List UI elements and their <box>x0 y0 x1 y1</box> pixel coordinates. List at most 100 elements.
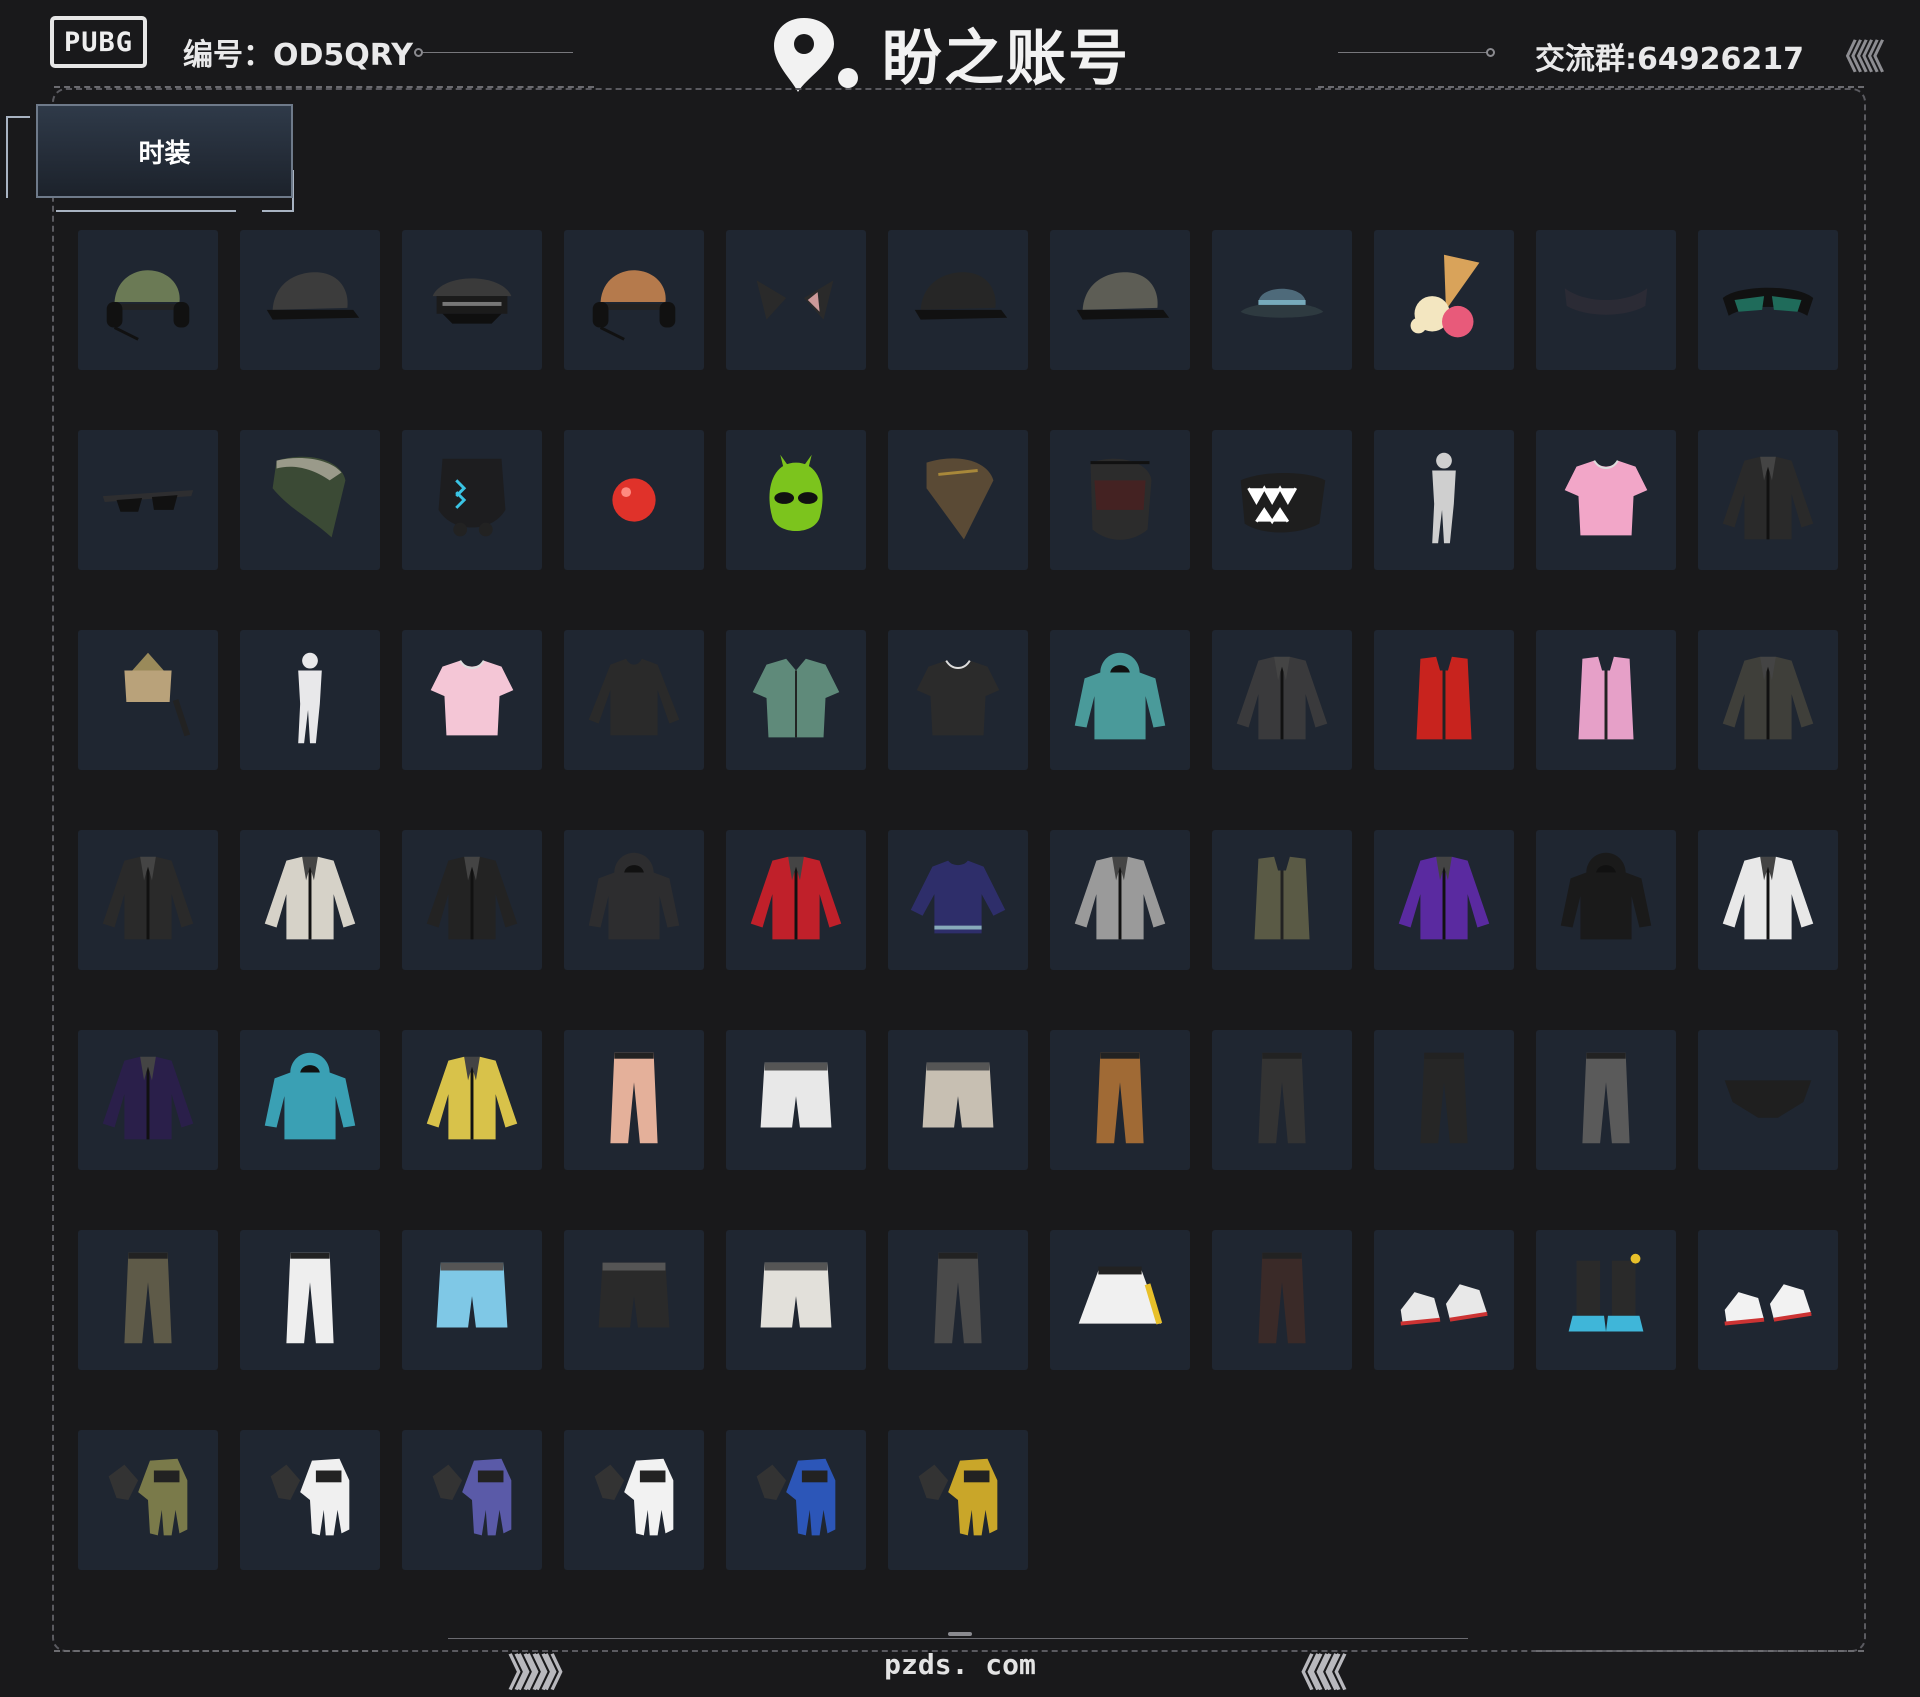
item-slot[interactable] <box>726 1430 866 1570</box>
item-slot[interactable] <box>888 1230 1028 1370</box>
item-slot[interactable] <box>402 830 542 970</box>
officer-cap-icon <box>432 278 512 324</box>
item-slot[interactable] <box>1050 230 1190 370</box>
item-slot[interactable] <box>1050 1230 1190 1370</box>
tab-fashion[interactable]: 时装 <box>36 104 293 198</box>
item-slot[interactable] <box>888 630 1028 770</box>
item-slot[interactable] <box>1536 430 1676 570</box>
item-slot[interactable] <box>1212 1230 1352 1370</box>
item-slot[interactable] <box>1536 230 1676 370</box>
item-slot[interactable] <box>1050 630 1190 770</box>
item-slot[interactable] <box>564 1030 704 1170</box>
item-slot[interactable] <box>240 830 380 970</box>
item-slot[interactable] <box>78 1230 218 1370</box>
pants-icon <box>1258 1052 1306 1144</box>
item-slot[interactable] <box>564 630 704 770</box>
item-slot[interactable] <box>240 430 380 570</box>
item-slot[interactable] <box>564 230 704 370</box>
item-slot[interactable] <box>888 430 1028 570</box>
item-slot[interactable] <box>1536 830 1676 970</box>
t-shirt-icon <box>916 660 1000 736</box>
item-slot[interactable] <box>1374 830 1514 970</box>
item-slot[interactable] <box>1536 1230 1676 1370</box>
item-slot[interactable] <box>1374 1030 1514 1170</box>
item-slot[interactable] <box>726 1030 866 1170</box>
item-slot[interactable] <box>726 630 866 770</box>
item-slot[interactable] <box>1698 630 1838 770</box>
item-slot[interactable] <box>240 630 380 770</box>
item-slot[interactable] <box>1698 830 1838 970</box>
bodysuit-icon <box>1432 452 1456 544</box>
pants-icon <box>1420 1052 1468 1144</box>
briefs-icon <box>1724 1080 1812 1118</box>
item-slot[interactable] <box>564 1230 704 1370</box>
item-slot[interactable] <box>78 630 218 770</box>
shorts-icon <box>922 1062 994 1128</box>
item-slot[interactable] <box>888 830 1028 970</box>
item-slot[interactable] <box>564 830 704 970</box>
item-slot[interactable] <box>240 230 380 370</box>
item-slot[interactable] <box>1212 430 1352 570</box>
item-slot[interactable] <box>888 1430 1028 1570</box>
item-slot[interactable] <box>1374 1230 1514 1370</box>
item-slot[interactable] <box>1374 230 1514 370</box>
item-slot[interactable] <box>564 430 704 570</box>
item-slot[interactable] <box>78 230 218 370</box>
item-slot[interactable] <box>1212 1030 1352 1170</box>
item-slot[interactable] <box>1536 630 1676 770</box>
item-slot[interactable] <box>402 230 542 370</box>
visor-icon <box>1564 288 1648 315</box>
jacket-icon <box>264 856 356 940</box>
gloves-icon <box>918 1458 998 1536</box>
item-slot[interactable] <box>402 630 542 770</box>
item-slot[interactable] <box>1698 1030 1838 1170</box>
hoodie-icon <box>1074 652 1166 740</box>
item-slot[interactable] <box>726 230 866 370</box>
item-slot[interactable] <box>1050 430 1190 570</box>
item-slot[interactable] <box>402 1030 542 1170</box>
item-slot[interactable] <box>402 1230 542 1370</box>
item-slot[interactable] <box>78 830 218 970</box>
item-slot[interactable] <box>240 1030 380 1170</box>
item-slot[interactable] <box>1698 1230 1838 1370</box>
item-slot[interactable] <box>888 230 1028 370</box>
item-slot[interactable] <box>240 1430 380 1570</box>
item-slot[interactable] <box>1536 1030 1676 1170</box>
item-slot[interactable] <box>78 1030 218 1170</box>
item-slot[interactable] <box>726 1230 866 1370</box>
item-slot[interactable] <box>726 830 866 970</box>
headset-cap-icon <box>106 270 190 341</box>
item-slot[interactable] <box>1212 830 1352 970</box>
item-slot[interactable] <box>402 1430 542 1570</box>
t-shirt-icon <box>430 660 514 736</box>
shorts-icon <box>598 1262 670 1328</box>
item-slot[interactable] <box>888 1030 1028 1170</box>
item-slot[interactable] <box>1212 630 1352 770</box>
header-line-right <box>1338 52 1488 53</box>
vest-icon <box>1578 656 1634 740</box>
item-slot[interactable] <box>1374 430 1514 570</box>
skirt-icon <box>1078 1266 1163 1325</box>
jacket-icon <box>102 1056 194 1140</box>
brand-name: 盼之账号 <box>882 24 1130 94</box>
item-slot[interactable] <box>1698 230 1838 370</box>
item-slot[interactable] <box>1050 830 1190 970</box>
item-slot[interactable] <box>1212 230 1352 370</box>
face-mask-icon <box>1090 458 1152 540</box>
pants-icon <box>1258 1252 1306 1344</box>
jacket-icon <box>1074 856 1166 940</box>
cap-icon <box>1076 272 1170 320</box>
item-slot[interactable] <box>402 430 542 570</box>
item-slot[interactable] <box>78 1430 218 1570</box>
jacket-icon <box>426 1056 518 1140</box>
jacket-icon <box>102 856 194 940</box>
item-slot[interactable] <box>1374 630 1514 770</box>
item-slot[interactable] <box>78 430 218 570</box>
item-slot[interactable] <box>1698 430 1838 570</box>
item-slot[interactable] <box>564 1430 704 1570</box>
item-slot[interactable] <box>726 430 866 570</box>
pants-icon <box>1096 1052 1144 1144</box>
alien-mask-icon <box>769 454 823 531</box>
item-slot[interactable] <box>1050 1030 1190 1170</box>
item-slot[interactable] <box>240 1230 380 1370</box>
